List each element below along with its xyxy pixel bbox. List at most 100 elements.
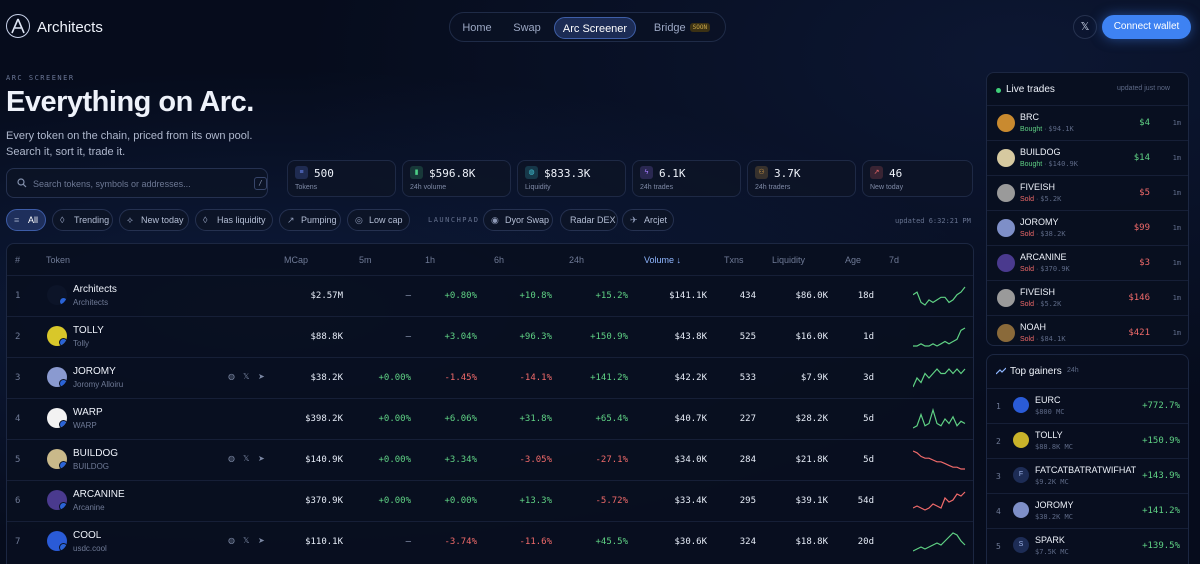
token-avatar-icon	[997, 219, 1015, 237]
col-header-6h[interactable]: 6h	[494, 255, 504, 265]
tab-bridge[interactable]: Bridge SOON	[642, 17, 722, 39]
launchpad-label: LAUNCHPAD	[428, 216, 480, 224]
trade-item[interactable]: ARCANINE Sold · $370.9K $3 1m	[987, 245, 1188, 280]
filter-chip[interactable]: ◊ Has liquidity	[195, 209, 273, 231]
trade-item[interactable]: BUILDOG Bought · $140.9K $14 1m	[987, 140, 1188, 175]
table-row[interactable]: 6 ARCANINE Arcanine $370.9K +0.00% +0.00…	[7, 480, 973, 521]
website-icon[interactable]: ◍	[228, 372, 235, 381]
page-subtitle: Every token on the chain, priced from it…	[6, 128, 276, 160]
x-logo-icon[interactable]: 𝕏	[243, 372, 249, 381]
trade-item[interactable]: BRC Bought · $94.1K $4 1m	[987, 105, 1188, 140]
token-subname: Joromy Alloiru	[73, 380, 124, 389]
token-name[interactable]: JOROMY	[73, 366, 116, 377]
table-row[interactable]: 1 Architects Architects $2.57M — +0.80% …	[7, 275, 973, 316]
trade-meta: Sold · $5.2K	[1020, 195, 1062, 203]
mcap-value: $2.57M	[310, 291, 343, 301]
telegram-icon[interactable]: ➤	[258, 536, 265, 545]
architects-logo-icon[interactable]	[6, 14, 30, 38]
gainer-item[interactable]: 5 S SPARK $7.5K MC +139.5%	[987, 528, 1188, 563]
gainer-item[interactable]: 1 EURC $800 MC +772.7%	[987, 388, 1188, 423]
x-logo-icon[interactable]: 𝕏	[243, 454, 249, 463]
token-subname: WARP	[73, 421, 97, 430]
table-row[interactable]: 4 WARP WARP $398.2K +0.00% +6.06% +31.8%…	[7, 398, 973, 439]
sparkle-icon: ⟡	[127, 215, 133, 225]
col-header-1h[interactable]: 1h	[425, 255, 435, 265]
token-name[interactable]: BUILDOG	[73, 448, 118, 459]
top-navigation: Architects Home Swap Arc Screener Bridge…	[0, 0, 1200, 56]
volume-value: $33.4K	[674, 496, 707, 506]
tab-home[interactable]: Home	[454, 17, 500, 39]
token-name[interactable]: COOL	[73, 530, 101, 541]
live-indicator-icon	[996, 88, 1001, 93]
filter-chip[interactable]: ◎ Low cap	[347, 209, 410, 231]
connect-wallet-button[interactable]: Connect wallet	[1102, 15, 1191, 39]
gainer-name: SPARK	[1035, 535, 1065, 545]
token-avatar-icon: S	[1013, 537, 1029, 553]
trade-side: Sold	[1020, 301, 1035, 308]
stat-value: 46	[889, 167, 903, 180]
gainer-item[interactable]: 4 JOROMY $38.2K MC +141.2%	[987, 493, 1188, 528]
token-avatar-icon	[1013, 502, 1029, 518]
chain-badge-icon	[59, 338, 67, 346]
brand-name[interactable]: Architects	[37, 19, 103, 36]
change-24h: -5.72%	[595, 496, 628, 506]
trade-meta: Sold · $38.2K	[1020, 230, 1066, 238]
filter-chip[interactable]: ↗ Pumping	[279, 209, 341, 231]
cool-logo-icon	[47, 531, 67, 551]
col-header-num: #	[15, 255, 21, 265]
website-icon[interactable]: ◍	[228, 536, 235, 545]
token-name[interactable]: WARP	[73, 407, 103, 418]
trade-item[interactable]: JOROMY Sold · $38.2K $99 1m	[987, 210, 1188, 245]
launchpad-chip[interactable]: ✈ Arcjet	[622, 209, 674, 231]
filter-chip[interactable]: ≡ All	[6, 209, 46, 231]
volume-value: $43.8K	[674, 332, 707, 342]
mcap-value: $398.2K	[305, 414, 343, 424]
tab-swap[interactable]: Swap	[502, 17, 552, 39]
tab-arc-screener[interactable]: Arc Screener	[554, 17, 636, 39]
table-row[interactable]: 2 TOLLY Tolly $88.8K — +3.04% +96.3% +15…	[7, 316, 973, 357]
col-header-liquidity[interactable]: Liquidity	[772, 255, 805, 265]
col-header-age[interactable]: Age	[845, 255, 861, 265]
row-index: 6	[15, 496, 21, 506]
table-row[interactable]: 3 JOROMY Joromy Alloiru ◍ 𝕏 ➤ $38.2K +0.…	[7, 357, 973, 398]
telegram-icon[interactable]: ➤	[258, 372, 265, 381]
filter-chip[interactable]: ◊ Trending	[52, 209, 113, 231]
dyor-logo-icon: ◉	[491, 215, 499, 225]
change-5m: —	[405, 291, 411, 301]
gainer-mc: $7.5K MC	[1035, 548, 1069, 556]
gainer-item[interactable]: 3 F FATCATBATRATWIFHAT $9.2K MC +143.9%	[987, 458, 1188, 493]
token-avatar-icon	[997, 149, 1015, 167]
chain-badge-icon	[59, 420, 67, 428]
col-header-txns[interactable]: Txns	[724, 255, 744, 265]
filter-chip-label: New today	[141, 215, 184, 225]
x-logo-icon[interactable]: 𝕏	[1073, 15, 1097, 39]
launchpad-chip[interactable]: ◉ Dyor Swap	[483, 209, 553, 231]
table-row[interactable]: 7 COOL usdc.cool ◍ 𝕏 ➤ $110.1K — -3.74% …	[7, 521, 973, 562]
col-header-24h[interactable]: 24h	[569, 255, 584, 265]
gainer-mc: $88.8K MC	[1035, 443, 1073, 451]
change-5m: +0.00%	[378, 496, 411, 506]
telegram-icon[interactable]: ➤	[258, 454, 265, 463]
trade-item[interactable]: FIVEISH Sold · $5.2K $146 1m	[987, 280, 1188, 315]
token-subname: BUILDOG	[73, 462, 110, 471]
filter-chip[interactable]: ⟡ New today	[119, 209, 189, 231]
trade-item[interactable]: NOAH Sold · $84.1K $421 1m	[987, 315, 1188, 345]
sparkline-chart	[913, 368, 966, 388]
website-icon[interactable]: ◍	[228, 454, 235, 463]
col-header-5m[interactable]: 5m	[359, 255, 372, 265]
launchpad-chip[interactable]: Radar DEX	[560, 209, 618, 231]
change-1h: +0.00%	[444, 496, 477, 506]
txns-value: 525	[739, 332, 756, 342]
txns-value: 434	[739, 291, 756, 301]
col-header-mcap[interactable]: MCap	[284, 255, 308, 265]
col-header-token[interactable]: Token	[46, 255, 70, 265]
table-row[interactable]: 5 BUILDOG BUILDOG ◍ 𝕏 ➤ $140.9K +0.00% +…	[7, 439, 973, 480]
trade-item[interactable]: FIVEISH Sold · $5.2K $5 1m	[987, 175, 1188, 210]
col-header-volume[interactable]: Volume ↓	[644, 255, 681, 265]
search-input[interactable]: Search tokens, symbols or addresses... /	[6, 168, 268, 198]
token-name[interactable]: Architects	[73, 284, 117, 295]
gainer-item[interactable]: 2 TOLLY $88.8K MC +150.9%	[987, 423, 1188, 458]
token-name[interactable]: TOLLY	[73, 325, 104, 336]
token-name[interactable]: ARCANINE	[73, 489, 125, 500]
x-logo-icon[interactable]: 𝕏	[243, 536, 249, 545]
